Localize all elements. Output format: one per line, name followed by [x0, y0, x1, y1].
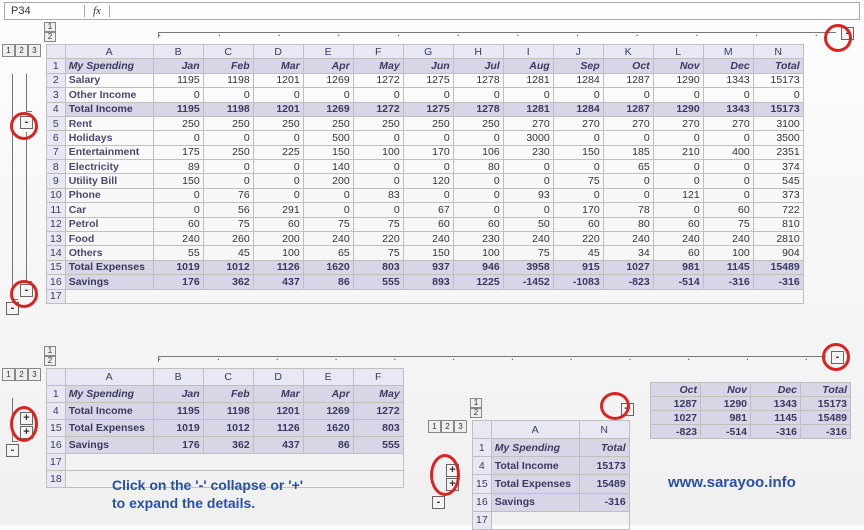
- name-box[interactable]: P34: [5, 5, 85, 17]
- row-level-1[interactable]: 1: [428, 420, 441, 433]
- table-row: 7Entertainment17525022515010017010623015…: [47, 145, 804, 159]
- col-level-2[interactable]: 2: [44, 356, 56, 366]
- row-outline: 1 2 3 - - -: [2, 44, 46, 304]
- row-level-2[interactable]: 2: [15, 368, 28, 381]
- mini-table[interactable]: AN 1My SpendingTotal 4Total Income151731…: [472, 420, 630, 530]
- table-row: 15Total Expenses1019101211261620803: [47, 420, 404, 437]
- table-row: 4Total Income11951198120112691272: [47, 403, 404, 420]
- col-header-row: ABCD EFGH IJKL MN: [47, 45, 804, 59]
- table-row: 5Rent25025025025025025025027027027027027…: [47, 116, 804, 130]
- row-level-3[interactable]: 3: [28, 368, 41, 381]
- row-level-2[interactable]: 2: [441, 420, 454, 433]
- formula-bar: P34 fx: [4, 2, 860, 20]
- row-collapse-income[interactable]: -: [20, 116, 33, 129]
- row-expand-expenses[interactable]: +: [446, 478, 459, 491]
- table-row: 15Total Expenses101910121126162080393794…: [47, 260, 804, 274]
- col-level-1[interactable]: 1: [44, 346, 56, 356]
- row-collapse-expenses[interactable]: -: [20, 284, 33, 297]
- table-row: 17: [47, 289, 804, 303]
- col-level-1[interactable]: 1: [44, 22, 56, 32]
- table-row: 13Food2402602002402202402302402202402402…: [47, 231, 804, 245]
- table-row: 9Utility Bill1500020001200075000545: [47, 174, 804, 188]
- table-row: 8Electricity89001400080006500374: [47, 160, 804, 174]
- table-row: 3Other Income0000000000000: [47, 88, 804, 102]
- website-link[interactable]: www.sarayoo.info: [668, 474, 796, 491]
- table-row: 1027981114515489: [651, 411, 851, 425]
- row-expand-income[interactable]: +: [20, 412, 33, 425]
- column-outline: 1 2 .... .... .... -: [58, 22, 858, 44]
- table-row: 12Petrol607560757560605060806075810: [47, 217, 804, 231]
- col-collapse-button[interactable]: -: [841, 27, 854, 40]
- main-table[interactable]: ABCD EFGH IJKL MN 1 My Spending JanFebMa…: [46, 44, 804, 304]
- table-row: -823-514-316-316: [651, 425, 851, 439]
- right-columns-stub: OctNov DecTotal 128712901343151731027981…: [650, 382, 851, 439]
- collapsed-table[interactable]: ABC DEF 1 My Spending JanFebMar AprMay 4…: [46, 368, 404, 488]
- collapsed-cols-panel: 1 2 + 1 2 3 + + - AN 1My SpendingTotal 4…: [428, 398, 654, 530]
- row-expand-income[interactable]: +: [446, 464, 459, 477]
- row-collapse-all[interactable]: -: [6, 302, 19, 315]
- table-row: 4Total Income119511981201126912721275127…: [47, 102, 804, 116]
- main-sheet: 1 2 3 - - - ABCD EFGH IJKL MN 1 My Spend…: [2, 44, 864, 304]
- row-collapse-all[interactable]: -: [432, 496, 445, 509]
- table-row: 11Car05629100670017078060722: [47, 203, 804, 217]
- col-collapse-button[interactable]: -: [831, 351, 844, 364]
- table-row: 4Total Income15173: [473, 457, 630, 475]
- row-level-2[interactable]: 2: [15, 44, 28, 57]
- row-level-1[interactable]: 1: [2, 44, 15, 57]
- table-row: 12871290134315173: [651, 397, 851, 411]
- table-row: 14Others5545100657515010075453460100904: [47, 246, 804, 260]
- row-expand-expenses[interactable]: +: [20, 426, 33, 439]
- col-expand-button[interactable]: +: [621, 403, 634, 416]
- fx-label[interactable]: fx: [85, 5, 110, 17]
- table-row: 6Holidays000500000300000003500: [47, 131, 804, 145]
- col-level-2[interactable]: 2: [470, 408, 482, 418]
- table-row: 10Phone07600830093001210373: [47, 188, 804, 202]
- col-level-2[interactable]: 2: [44, 32, 56, 42]
- table-row: 16Savings176362437865558931225-1452-1083…: [47, 275, 804, 290]
- instruction-text: Click on the '-' collapse or '+' to expa…: [112, 476, 303, 512]
- row-level-1[interactable]: 1: [2, 368, 15, 381]
- table-row: 2Salary119511981201126912721275127812811…: [47, 73, 804, 87]
- row-collapse-all[interactable]: -: [6, 444, 19, 457]
- table-row: 16Savings-316: [473, 493, 630, 511]
- row-level-3[interactable]: 3: [454, 420, 467, 433]
- table-row: 15Total Expenses15489: [473, 475, 630, 493]
- row-level-3[interactable]: 3: [28, 44, 41, 57]
- col-level-1[interactable]: 1: [470, 398, 482, 408]
- table-row: 16Savings17636243786555: [47, 437, 404, 454]
- header-row: 1 My Spending JanFebMarApr MayJunJulAug …: [47, 59, 804, 73]
